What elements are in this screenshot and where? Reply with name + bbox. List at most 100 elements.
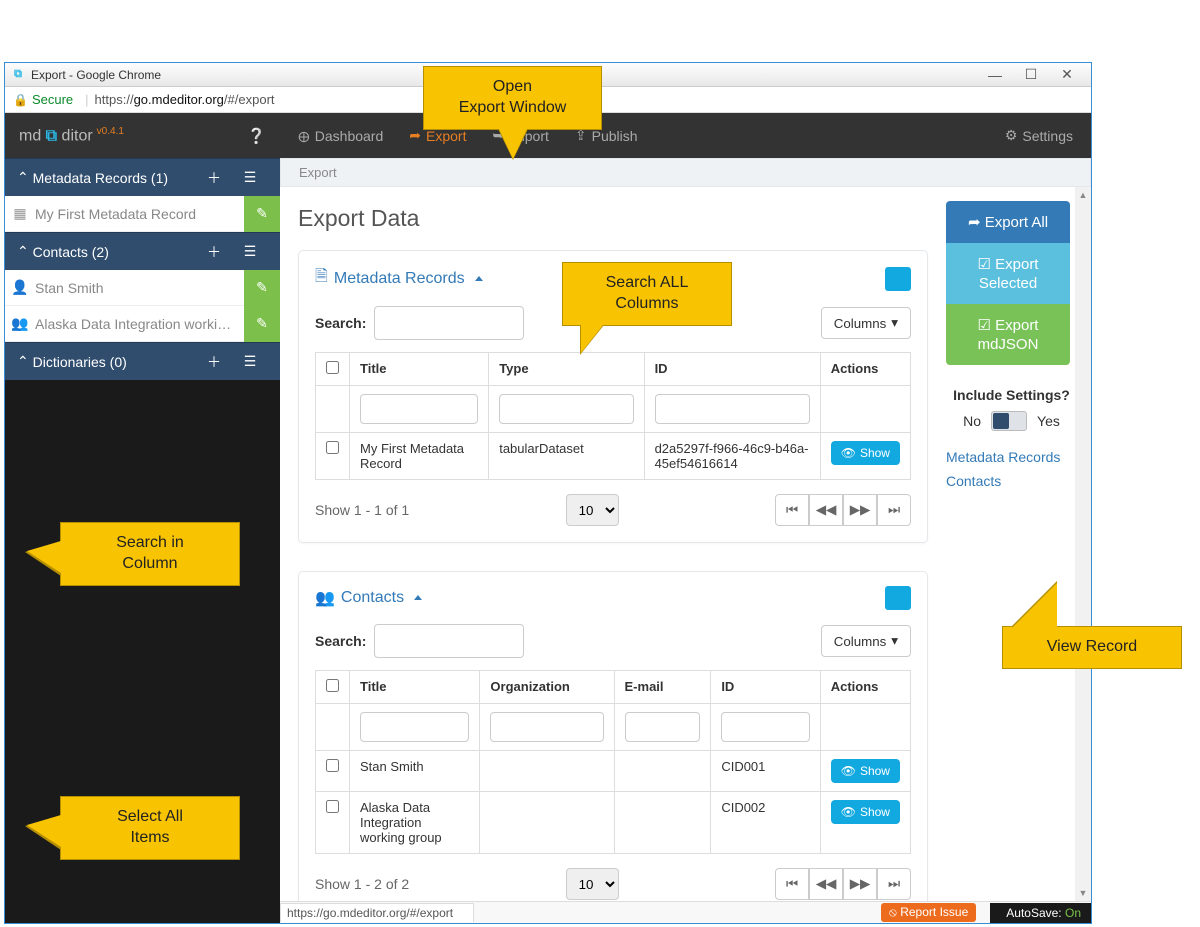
table-row: Alaska Data Integration working group CI… [316,792,911,854]
close-button[interactable]: ✕ [1049,66,1085,83]
sidebar-section-dictionaries[interactable]: ⌃ Dictionaries (0) ＋ ☰ [5,342,280,380]
status-bar: https://go.mdeditor.org/#/export ⦸ Repor… [280,901,1091,923]
add-contact-button[interactable]: ＋ [196,233,232,271]
filter-title-input[interactable] [360,394,478,424]
help-icon[interactable]: ❔ [247,127,266,145]
filter-id-input[interactable] [721,712,809,742]
pager-info: Show 1 - 1 of 1 [315,502,409,518]
th-id[interactable]: ID [711,671,820,704]
cell-title: Stan Smith [350,751,480,792]
panel-toggle-button[interactable] [885,586,911,610]
columns-button[interactable]: Columns ▾ [821,625,911,657]
panel-contacts: 👥Contacts Search: Columns ▾ [298,571,928,901]
callout-select-all: Select All Items [60,796,240,860]
group-icon: 👥 [5,315,35,332]
edit-icon[interactable]: ✎ [244,306,280,342]
eye-icon: 👁 [841,446,856,460]
edit-icon[interactable]: ✎ [244,270,280,306]
list-metadata-button[interactable]: ☰ [232,159,268,197]
chevron-up-icon [410,589,422,607]
caret-down-icon: ▾ [891,633,898,649]
page-title: Export Data [298,205,928,232]
page-first-button[interactable]: ⏮ [775,494,809,526]
th-email[interactable]: E-mail [614,671,711,704]
records-table: Title Type ID Actions [315,352,911,480]
export-selected-button[interactable]: ☑ ExportSelected [946,243,1070,304]
scroll-up-arrow[interactable]: ▲ [1075,187,1091,203]
nav-dashboard[interactable]: 🜨Dashboard [298,121,383,150]
paginator: ⏮ ◀◀ ▶▶ ⏭ [775,868,911,900]
grid-icon: ▦ [5,205,35,222]
row-checkbox[interactable] [326,441,339,454]
edit-icon[interactable]: ✎ [244,196,280,232]
th-org[interactable]: Organization [480,671,614,704]
panel-toggle-button[interactable] [885,267,911,291]
row-checkbox[interactable] [326,800,339,813]
export-all-button[interactable]: ➦ Export All [946,201,1070,243]
sidebar-section-metadata[interactable]: ⌃ Metadata Records (1) ＋ ☰ [5,158,280,196]
th-type[interactable]: Type [489,353,644,386]
select-all-checkbox[interactable] [326,361,339,374]
status-url: https://go.mdeditor.org/#/export [280,903,474,922]
list-contacts-button[interactable]: ☰ [232,233,268,271]
filter-title-input[interactable] [360,712,469,742]
filter-type-input[interactable] [499,394,633,424]
cell-id: d2a5297f-f966-46c9-b46a-45ef54616614 [644,433,820,480]
row-checkbox[interactable] [326,759,339,772]
maximize-button[interactable]: ☐ [1013,66,1049,83]
page-prev-button[interactable]: ◀◀ [809,868,843,900]
page-next-button[interactable]: ▶▶ [843,868,877,900]
filter-org-input[interactable] [490,712,603,742]
table-row: My First Metadata Record tabularDataset … [316,433,911,480]
list-dictionaries-button[interactable]: ☰ [232,343,268,381]
filter-id-input[interactable] [655,394,810,424]
page-last-button[interactable]: ⏭ [877,868,911,900]
search-input[interactable] [374,306,524,340]
include-settings-toggle[interactable] [991,411,1027,431]
select-all-checkbox[interactable] [326,679,339,692]
th-actions: Actions [820,353,910,386]
export-mdjson-button[interactable]: ☑ ExportmdJSON [946,304,1070,365]
autosave-indicator: AutoSave: On [990,903,1091,923]
page-first-button[interactable]: ⏮ [775,868,809,900]
breadcrumb: Export [280,158,1091,187]
page-last-button[interactable]: ⏭ [877,494,911,526]
add-metadata-button[interactable]: ＋ [196,159,232,197]
contacts-table: Title Organization E-mail ID Actions [315,670,911,854]
columns-button[interactable]: Columns ▾ [821,307,911,339]
page-prev-button[interactable]: ◀◀ [809,494,843,526]
paginator: ⏮ ◀◀ ▶▶ ⏭ [775,494,911,526]
callout-search-col: Search in Column [60,522,240,586]
filter-email-input[interactable] [625,712,701,742]
search-label: Search: [315,315,366,331]
page-size-select[interactable]: 10 [566,868,619,900]
page-next-button[interactable]: ▶▶ [843,494,877,526]
nav-settings[interactable]: ⚙Settings [1005,127,1073,144]
search-label: Search: [315,633,366,649]
search-input[interactable] [374,624,524,658]
th-title[interactable]: Title [350,671,480,704]
show-button[interactable]: 👁Show [831,800,900,824]
cell-title: Alaska Data Integration working group [350,792,480,854]
show-button[interactable]: 👁Show [831,759,900,783]
link-metadata-records[interactable]: Metadata Records [946,449,1077,465]
panel-title[interactable]: 🗎Metadata Records [315,265,483,292]
callout-open-export: Open Export Window [423,66,602,130]
vertical-scrollbar[interactable]: ▲ ▼ [1075,187,1091,901]
cell-id: CID002 [711,792,820,854]
add-dictionary-button[interactable]: ＋ [196,343,232,381]
top-nav: 🜨Dashboard ➦Export ➥Import ⇪Publish ⚙Set… [280,113,1091,158]
sidebar-item-contact1[interactable]: 👤 Stan Smith ✎ [5,270,280,306]
panel-title[interactable]: 👥Contacts [315,588,422,608]
sidebar-section-contacts[interactable]: ⌃ Contacts (2) ＋ ☰ [5,232,280,270]
sidebar-item-record[interactable]: ▦ My First Metadata Record ✎ [5,196,280,232]
th-title[interactable]: Title [350,353,489,386]
show-button[interactable]: 👁Show [831,441,900,465]
minimize-button[interactable]: — [977,67,1013,83]
report-issue-button[interactable]: ⦸ Report Issue [881,903,976,922]
page-size-select[interactable]: 10 [566,494,619,526]
link-contacts[interactable]: Contacts [946,473,1077,489]
sidebar-item-contact2[interactable]: 👥 Alaska Data Integration working… ✎ [5,306,280,342]
scroll-down-arrow[interactable]: ▼ [1075,885,1091,901]
th-id[interactable]: ID [644,353,820,386]
